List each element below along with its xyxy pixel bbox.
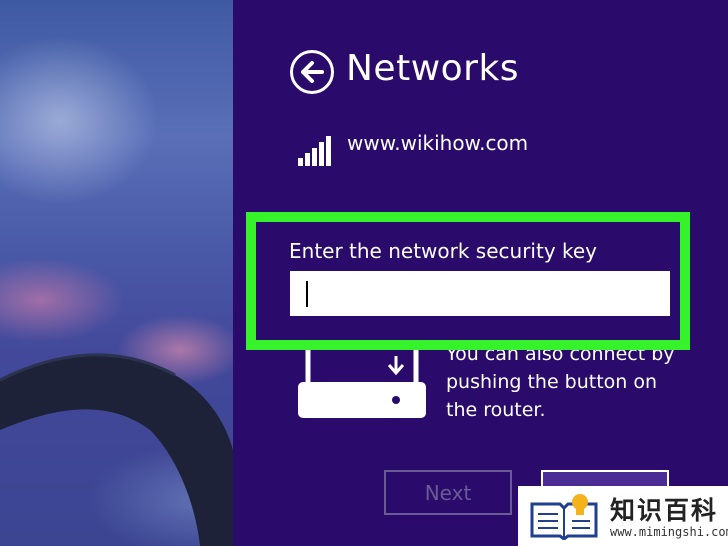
router-hint-text: You can also connect by pushing the butt…: [446, 343, 675, 421]
security-key-input[interactable]: [290, 271, 670, 316]
back-button[interactable]: [290, 50, 334, 94]
security-key-label: Enter the network security key: [289, 239, 598, 263]
wifi-signal-bars-icon: [298, 136, 331, 166]
tree-branch-silhouette: [0, 353, 233, 546]
desktop-background: [0, 0, 233, 546]
page-title: Networks: [346, 48, 520, 89]
watermark: 知识百科 www.mimingshi.com: [518, 486, 728, 546]
next-button[interactable]: Next: [384, 470, 512, 515]
back-arrow-icon: [301, 61, 324, 83]
watermark-title: 知识百科: [610, 496, 719, 525]
book-lightbulb-icon: [530, 494, 598, 540]
text-cursor: [306, 281, 308, 307]
network-name: www.wikihow.com: [347, 131, 529, 155]
watermark-url: www.mimingshi.com: [610, 525, 728, 539]
